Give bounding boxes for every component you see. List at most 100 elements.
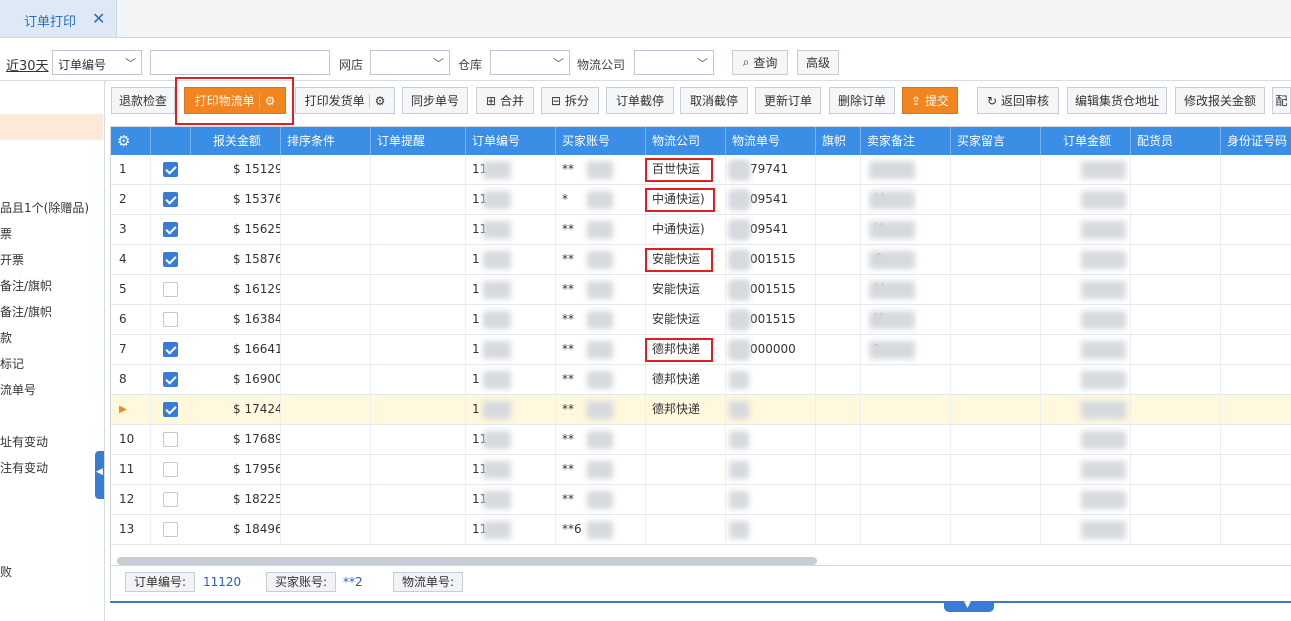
cancel-intercept-button[interactable]: 取消截停 (680, 87, 748, 114)
column-header[interactable]: 排序条件 (281, 127, 371, 155)
privacy-blur (1081, 341, 1126, 359)
table-row[interactable]: 2$ 1537611*中通快运)09541付 (111, 185, 1291, 215)
table-row[interactable]: 5$ 161291**安能快运001515付 (111, 275, 1291, 305)
column-header[interactable]: 买家留言 (951, 127, 1041, 155)
sidebar-active-item[interactable] (0, 114, 103, 140)
sidebar-item[interactable]: 品且1个(除赠品) (0, 199, 89, 216)
horizontal-scrollbar[interactable] (117, 557, 817, 565)
picker-cell (1131, 335, 1221, 364)
reminder-cell (371, 485, 466, 514)
row-checkbox[interactable] (163, 192, 178, 207)
column-header[interactable]: 身份证号码 (1221, 127, 1291, 155)
delete-order-button[interactable]: 删除订单 (829, 87, 895, 114)
column-header[interactable]: 订单编号 (466, 127, 556, 155)
column-header[interactable]: 配货员 (1131, 127, 1221, 155)
column-header[interactable]: 卖家备注 (861, 127, 951, 155)
select-all-checkbox[interactable] (151, 127, 191, 155)
shop-select[interactable]: ﹀ (370, 50, 450, 75)
advanced-button[interactable]: 高级 (797, 50, 839, 75)
table-row[interactable]: 13 $ 18496 11 **6 (111, 515, 1291, 545)
order-number-cell: 11 (466, 515, 556, 544)
query-button[interactable]: ⌕ 查询 (732, 50, 788, 75)
sync-number-button[interactable]: 同步单号 (402, 87, 468, 114)
privacy-blur (587, 281, 613, 299)
print-waybill-button[interactable]: 打印物流单 ⚙ (184, 87, 286, 114)
more-button[interactable]: 配 (1272, 87, 1291, 114)
close-icon[interactable]: ✕ (92, 9, 105, 28)
row-checkbox[interactable] (163, 312, 178, 327)
table-row[interactable]: 3$ 1562511**中通快运)09541结 (111, 215, 1291, 245)
expand-panel-toggle[interactable]: ▼ (944, 600, 994, 612)
tab-order-print[interactable]: 订单打印 ✕ (0, 0, 117, 37)
column-header[interactable]: 订单提醒 (371, 127, 466, 155)
row-checkbox[interactable] (163, 282, 178, 297)
merge-button[interactable]: ⊞ 合并 (476, 87, 534, 114)
column-header[interactable]: 买家账号 (556, 127, 646, 155)
table-row[interactable]: 4$ 158761**安能快运001515金 (111, 245, 1291, 275)
table-row[interactable]: 1 $ 15129 11 ** 百世快运 79741 (111, 155, 1291, 185)
column-header[interactable]: 报关金额 (191, 127, 281, 155)
row-checkbox[interactable] (163, 222, 178, 237)
table-row[interactable]: 8 $ 16900 1 ** 德邦快递 (111, 365, 1291, 395)
sort-cell (281, 425, 371, 454)
row-checkbox[interactable] (163, 402, 178, 417)
row-number: 10 (111, 425, 151, 454)
column-header[interactable]: 物流单号 (726, 127, 816, 155)
sidebar: 品且1个(除赠品) 票 开票 备注/旗帜 备注/旗帜 款 标记 流单号 址有变动… (0, 81, 105, 621)
row-checkbox[interactable] (163, 342, 178, 357)
table-row[interactable]: 10 $ 17689 11 ** (111, 425, 1291, 455)
privacy-blur (483, 161, 511, 179)
split-button[interactable]: ⊟ 拆分 (541, 87, 599, 114)
row-checkbox[interactable] (163, 462, 178, 477)
intercept-order-button[interactable]: 订单截停 (606, 87, 674, 114)
sidebar-item[interactable]: 备注/旗帜 (0, 303, 52, 320)
sidebar-item[interactable]: 标记 (0, 355, 24, 372)
edit-warehouse-address-button[interactable]: 编辑集货仓地址 (1067, 87, 1167, 114)
row-checkbox[interactable] (163, 252, 178, 267)
row-checkbox[interactable] (163, 372, 178, 387)
privacy-blur (483, 341, 511, 359)
sidebar-item[interactable]: 败 (0, 563, 12, 580)
column-header[interactable]: 物流公司 (646, 127, 726, 155)
reminder-cell (371, 515, 466, 544)
print-invoice-button[interactable]: 打印发货单 ⚙ (295, 87, 395, 114)
row-checkbox[interactable] (163, 522, 178, 537)
edit-customs-amount-button[interactable]: 修改报关金额 (1175, 87, 1265, 114)
sidebar-item[interactable]: 开票 (0, 251, 24, 268)
gear-icon[interactable]: ⚙ (368, 93, 385, 108)
search-input[interactable] (150, 50, 330, 75)
row-number: 3 (111, 215, 151, 244)
search-field-select[interactable]: 订单编号 ﹀ (52, 50, 142, 75)
row-checkbox[interactable] (163, 492, 178, 507)
update-order-button[interactable]: 更新订单 (755, 87, 821, 114)
table-row[interactable]: 6$ 163841**安能快运001515结 (111, 305, 1291, 335)
column-header[interactable]: 订单金额 (1041, 127, 1131, 155)
sidebar-item[interactable]: 备注/旗帜 (0, 277, 52, 294)
table-row[interactable]: 11 $ 17956 11 ** (111, 455, 1291, 485)
sidebar-item[interactable]: 款 (0, 329, 12, 346)
sidebar-item[interactable]: 票 (0, 225, 12, 242)
gear-icon[interactable]: ⚙ (258, 93, 275, 108)
table-row[interactable]: 7$ 166411**德邦快递0000002 (111, 335, 1291, 365)
sidebar-collapse-toggle[interactable]: ◀ (95, 451, 104, 499)
warehouse-select[interactable]: ﹀ (490, 50, 570, 75)
date-range-link[interactable]: 近30天 (6, 55, 49, 74)
column-header[interactable]: 旗帜 (816, 127, 861, 155)
table-row[interactable]: ▶ $ 17424 1 ** 德邦快递 (111, 395, 1291, 425)
row-checkbox[interactable] (163, 432, 178, 447)
refund-check-button[interactable]: 退款检查 (111, 87, 175, 114)
column-settings[interactable]: ⚙ (111, 127, 151, 155)
sidebar-item[interactable]: 流单号 (0, 381, 36, 398)
sidebar-item[interactable]: 址有变动 (0, 433, 48, 450)
table-row[interactable]: 12 $ 18225 11 ** (111, 485, 1291, 515)
row-checkbox[interactable] (163, 162, 178, 177)
logistics-select[interactable]: ﹀ (634, 50, 714, 75)
submit-button[interactable]: ⇪ 提交 (902, 87, 958, 114)
picker-cell (1131, 215, 1221, 244)
return-review-button[interactable]: ↻ 返回审核 (977, 87, 1059, 114)
order-grid: ⚙ 报关金额 排序条件 订单提醒 订单编号 买家账号 物流公司 物流单号 旗帜 … (110, 126, 1291, 566)
row-number: 1 (111, 155, 151, 184)
sidebar-item[interactable]: 注有变动 (0, 459, 48, 476)
row-number: 11 (111, 455, 151, 484)
gear-icon[interactable]: ⚙ (117, 132, 130, 150)
